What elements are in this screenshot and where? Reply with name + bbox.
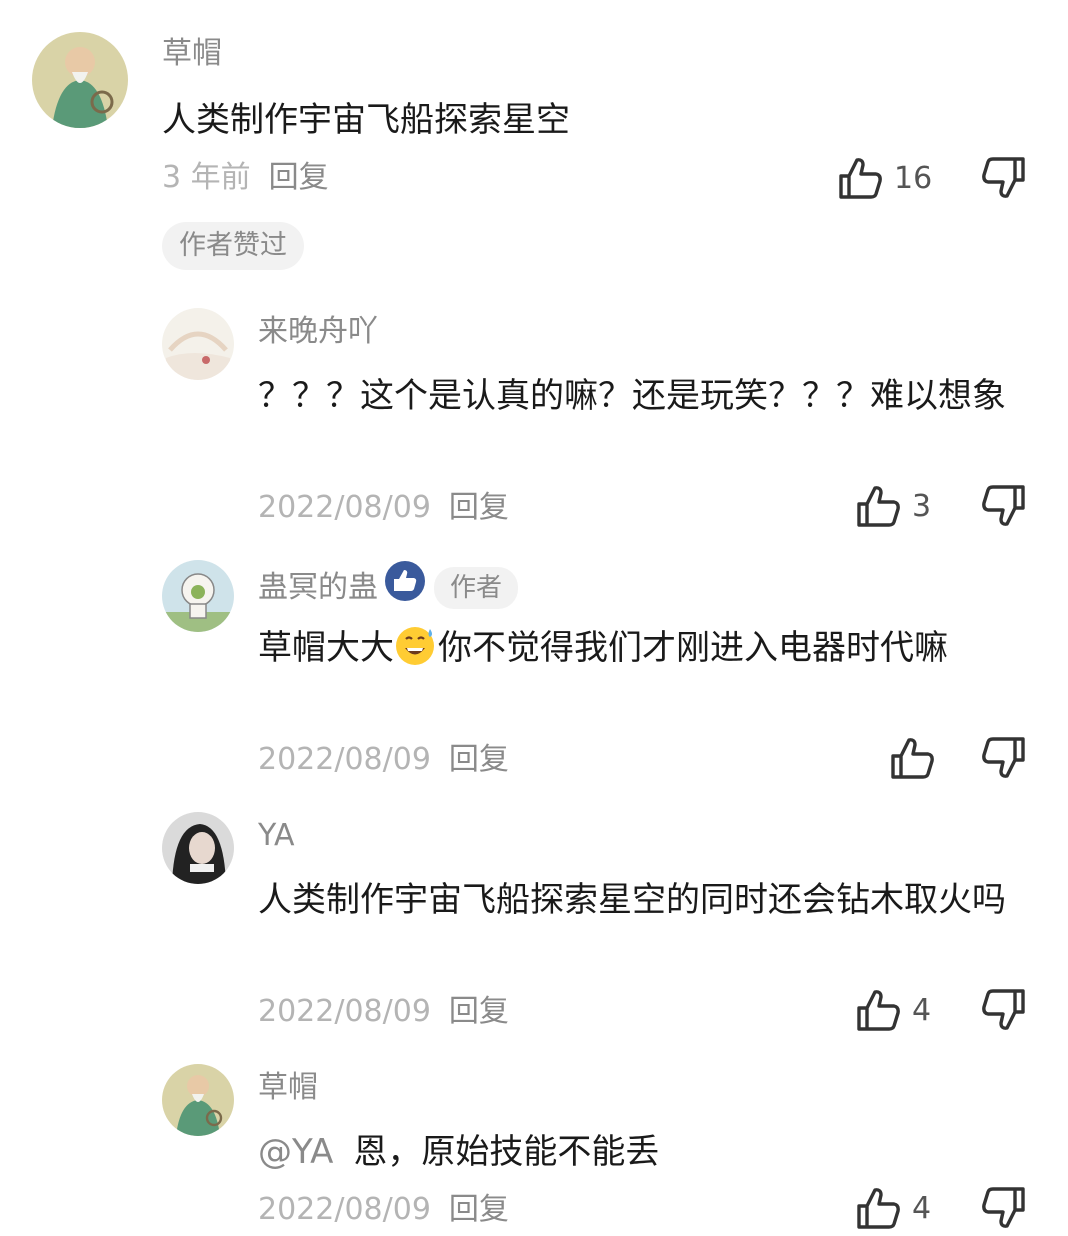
thumbs-down-icon	[980, 736, 1026, 780]
comment-author-name-row: 蛊冥的蛊 作者	[258, 560, 519, 616]
avatar[interactable]	[162, 308, 234, 380]
reply-button[interactable]: 回复	[449, 742, 509, 777]
comment-text: @YA 恩，原始技能不能丢	[258, 1126, 1028, 1179]
thumbs-up-icon	[838, 156, 884, 200]
comment-meta: 2022/08/09 回复	[258, 994, 509, 1030]
thumbs-up-icon	[856, 988, 902, 1032]
like-button[interactable]	[890, 736, 936, 780]
comment-time: 3 年前	[162, 160, 251, 195]
like-count: 4	[912, 1190, 932, 1226]
like-count: 4	[912, 992, 932, 1028]
thumbs-down-icon	[980, 156, 1026, 200]
comment-text-before: 草帽大大	[258, 628, 394, 668]
comment-meta: 2022/08/09 回复	[258, 490, 509, 526]
comment-text: 草帽大大 你不觉得我们才刚进入电器时代嘛	[258, 622, 1028, 683]
comment-time: 2022/08/09	[258, 1192, 431, 1227]
reply-button[interactable]: 回复	[449, 1192, 509, 1227]
like-button[interactable]: 4	[856, 988, 931, 1032]
dislike-button[interactable]	[980, 1186, 1026, 1230]
comment-meta: 2022/08/09 回复	[258, 1192, 509, 1228]
comment-time: 2022/08/09	[258, 490, 431, 525]
comment-time: 2022/08/09	[258, 994, 431, 1029]
thumbs-up-icon	[856, 484, 902, 528]
dislike-button[interactable]	[980, 736, 1026, 780]
thumbs-down-icon	[980, 988, 1026, 1032]
avatar[interactable]	[32, 32, 128, 128]
dislike-button[interactable]	[980, 988, 1026, 1032]
like-count: 16	[894, 160, 933, 196]
mention-link[interactable]: @YA	[258, 1132, 333, 1172]
comment-text-body: 恩，原始技能不能丢	[353, 1132, 660, 1172]
like-count: 3	[912, 488, 932, 524]
like-button[interactable]: 3	[856, 484, 931, 528]
comment-text: 人类制作宇宙飞船探索星空的同时还会钻木取火吗	[258, 880, 1006, 920]
author-badge: 作者	[434, 567, 519, 609]
like-button[interactable]: 16	[838, 156, 932, 200]
thumbs-down-icon	[980, 484, 1026, 528]
avatar[interactable]	[162, 812, 234, 884]
reply-button[interactable]: 回复	[449, 994, 509, 1029]
comment-author-name[interactable]: 草帽	[162, 36, 222, 72]
comment-author-name[interactable]: YA	[258, 818, 295, 854]
reply-button[interactable]: 回复	[449, 490, 509, 525]
dislike-button[interactable]	[980, 484, 1026, 528]
comment-text: 人类制作宇宙飞船探索星空	[162, 100, 570, 140]
author-liked-tag: 作者赞过	[162, 222, 304, 270]
comment-time: 2022/08/09	[258, 742, 431, 777]
comment-author-name[interactable]: 来晚舟吖	[258, 314, 378, 350]
dislike-button[interactable]	[980, 156, 1026, 200]
avatar[interactable]	[162, 560, 234, 632]
like-button[interactable]: 4	[856, 1186, 931, 1230]
thumbs-up-icon	[856, 1186, 902, 1230]
thumbs-up-icon	[890, 736, 936, 780]
verified-thumb-icon	[384, 560, 426, 616]
comment-author-name[interactable]: 草帽	[258, 1070, 318, 1106]
comment-author-name[interactable]: 蛊冥的蛊	[258, 570, 378, 605]
comment-text-after: 你不觉得我们才刚进入电器时代嘛	[438, 628, 948, 668]
avatar[interactable]	[162, 1064, 234, 1136]
thumbs-down-icon	[980, 1186, 1026, 1230]
comment-meta: 2022/08/09 回复	[258, 742, 509, 778]
reply-button[interactable]: 回复	[269, 160, 329, 195]
comment-thread: 草帽 人类制作宇宙飞船探索星空 3 年前 回复 16 作者赞过 来晚舟吖 ？？？这…	[0, 0, 1068, 1236]
comment-meta: 3 年前 回复	[162, 160, 329, 196]
comment-text: ？？？这个是认真的嘛？还是玩笑？？？难以想象	[258, 376, 1006, 416]
grinning-sweat-emoji	[394, 623, 438, 683]
